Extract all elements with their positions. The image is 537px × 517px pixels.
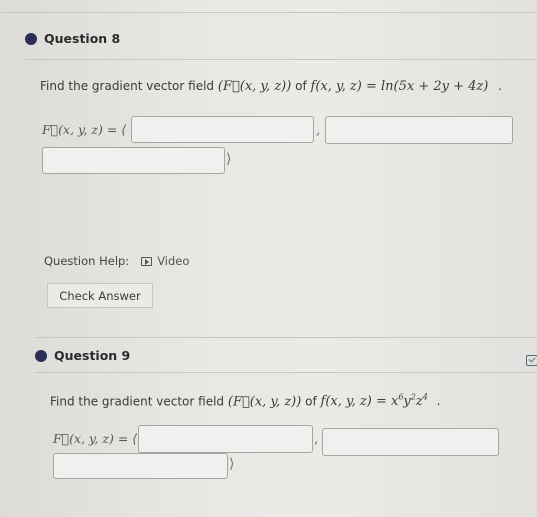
checkbox-icon[interactable]	[526, 355, 537, 366]
video-link[interactable]: Video	[157, 254, 189, 268]
question8-prompt-of: of	[295, 79, 307, 93]
check-answer-button[interactable]: Check Answer	[47, 283, 153, 308]
question8-header: Question 8	[25, 31, 120, 46]
question9-top-divider	[35, 337, 537, 338]
question8-component2-input[interactable]	[325, 116, 513, 144]
question9-period: .	[436, 394, 441, 409]
top-divider	[0, 12, 537, 13]
question9-z-var: z	[415, 394, 423, 410]
question8-answer-label: F⃗(x, y, z) = ⟨	[42, 122, 127, 137]
question8-prompt: Find the gradient vector field (F⃗(x, y,…	[40, 79, 502, 94]
question-bullet-icon	[25, 32, 37, 45]
question9-component2-input[interactable]	[322, 428, 499, 456]
question8-component3-input[interactable]	[42, 147, 225, 174]
question9-prompt: Find the gradient vector field (F⃗(x, y,…	[50, 393, 440, 409]
question-help-label: Question Help:	[44, 254, 130, 268]
question9-prompt-of: of	[305, 394, 317, 409]
question9-component1-input[interactable]	[138, 425, 313, 453]
question8-field-notation: (F⃗(x, y, z))	[217, 79, 292, 94]
question9-title: Question 9	[54, 348, 131, 363]
question9-answer-label: F⃗(x, y, z) = ⟨	[53, 431, 138, 446]
question9-y-var: y	[403, 394, 411, 410]
question8-help: Question Help: Video	[44, 254, 189, 268]
question9-component3-input[interactable]	[53, 453, 228, 479]
question9-divider	[35, 372, 537, 373]
question8-period: .	[498, 79, 502, 93]
question8-prompt-text: Find the gradient vector field	[40, 79, 215, 93]
question9-prompt-text: Find the gradient vector field	[50, 394, 225, 409]
question8-close-bracket: ⟩	[226, 151, 232, 167]
question9-separator-1: ,	[314, 431, 319, 447]
question9-function-base: f(x, y, z) = x	[320, 394, 399, 410]
question8-component1-input[interactable]	[131, 116, 314, 143]
question9-exp-z: 4	[422, 393, 428, 402]
video-icon[interactable]	[141, 256, 153, 266]
question9-header: Question 9	[35, 348, 130, 363]
question9-function: f(x, y, z) = x6y2z4	[320, 393, 428, 410]
question8-title: Question 8	[44, 31, 121, 46]
question9-field-notation: (F⃗(x, y, z))	[227, 394, 302, 410]
question8-divider	[25, 59, 537, 60]
question8-separator-1: ,	[316, 122, 321, 138]
question8-function: f(x, y, z) = ln(5x + 2y + 4z)	[310, 79, 489, 94]
question-bullet-icon	[35, 349, 47, 362]
question9-close-bracket: ⟩	[229, 456, 235, 472]
